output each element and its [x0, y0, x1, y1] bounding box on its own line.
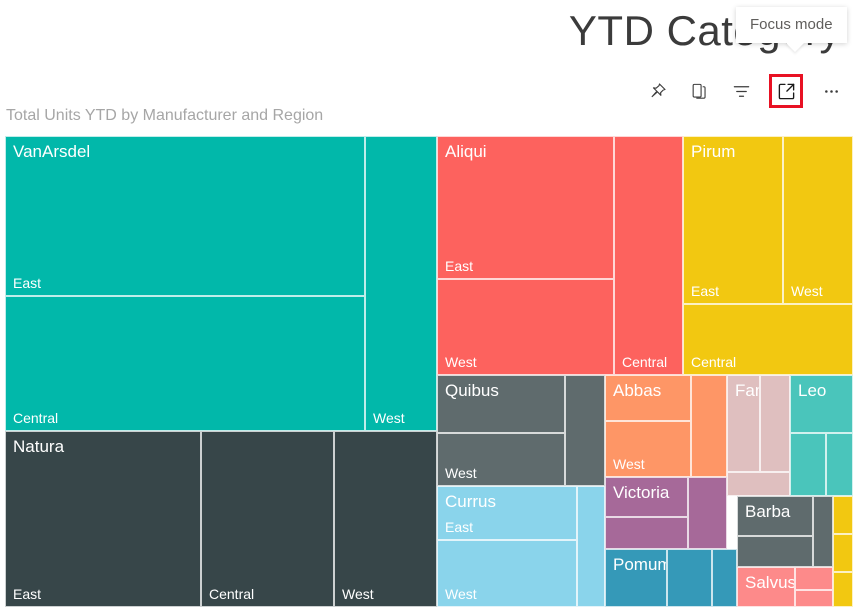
treemap-node-region: East: [691, 282, 720, 299]
treemap-node[interactable]: [833, 534, 853, 572]
treemap-node-region: West: [342, 585, 374, 602]
treemap-node[interactable]: [826, 433, 853, 496]
more-options-icon[interactable]: [817, 77, 845, 105]
treemap-node[interactable]: [565, 375, 605, 486]
treemap-node-manufacturer: Abbas: [613, 381, 662, 400]
treemap-node[interactable]: [667, 549, 712, 607]
chart-subtitle: Total Units YTD by Manufacturer and Regi…: [6, 107, 324, 124]
treemap-node[interactable]: West: [365, 136, 437, 431]
treemap-node[interactable]: West: [437, 279, 614, 375]
treemap-node-manufacturer: Quibus: [445, 381, 499, 400]
treemap-node[interactable]: [737, 536, 813, 567]
treemap-node-region: Central: [622, 353, 668, 370]
treemap-node-manufacturer: Victoria: [613, 483, 670, 502]
treemap-node[interactable]: [760, 375, 790, 472]
tooltip-pointer: [785, 42, 805, 52]
treemap-node-manufacturer: Aliqui: [445, 142, 487, 161]
treemap-node-region: West: [613, 455, 645, 472]
treemap-node[interactable]: Pirum East: [683, 136, 783, 304]
treemap-node-region: Central: [691, 353, 737, 370]
treemap-node[interactable]: Quibus: [437, 375, 565, 433]
treemap-node[interactable]: Barba: [737, 496, 813, 536]
copy-icon[interactable]: [685, 77, 713, 105]
filter-icon[interactable]: [727, 77, 755, 105]
treemap-node[interactable]: Central: [201, 431, 334, 607]
treemap-node-region: West: [791, 282, 823, 299]
treemap-node[interactable]: Victoria: [605, 477, 688, 517]
treemap-node[interactable]: [688, 477, 727, 549]
treemap-node[interactable]: [790, 433, 826, 496]
treemap-node-manufacturer: Pomum: [613, 555, 667, 574]
treemap-node-region: West: [445, 585, 477, 602]
treemap-node-manufacturer: Leo: [798, 381, 827, 400]
treemap-node[interactable]: [795, 590, 833, 607]
treemap-node-manufacturer: Currus: [445, 492, 497, 511]
treemap-node[interactable]: Central: [5, 296, 365, 431]
treemap-node[interactable]: West: [605, 421, 691, 477]
treemap-node[interactable]: [833, 496, 853, 534]
treemap-node-manufacturer: Pirum: [691, 142, 736, 161]
treemap-node-region: East: [13, 585, 42, 602]
pin-icon[interactable]: [643, 77, 671, 105]
tooltip-text: Focus mode: [750, 16, 833, 33]
treemap-node[interactable]: West: [334, 431, 437, 607]
visual-container: YTD Category Focus mode Total Units YTD …: [0, 0, 855, 607]
treemap-node-region: East: [445, 518, 474, 535]
treemap-node-manufacturer: Barba: [745, 502, 791, 521]
treemap-node[interactable]: Currus East: [437, 486, 577, 540]
treemap-node[interactable]: Central: [683, 304, 853, 375]
treemap-node[interactable]: VanArsdel East: [5, 136, 365, 296]
treemap-node[interactable]: West: [437, 540, 577, 607]
treemap-node-manufacturer: Salvus: [745, 573, 795, 592]
treemap-node-region: West: [445, 353, 477, 370]
treemap-node[interactable]: Central: [614, 136, 683, 375]
treemap-node[interactable]: Pomum: [605, 549, 667, 607]
treemap-node[interactable]: West: [437, 433, 565, 486]
treemap-node[interactable]: Fama: [727, 375, 760, 472]
visual-header-icons: [643, 74, 845, 108]
treemap-node[interactable]: [605, 517, 688, 549]
treemap-node-region: Central: [13, 409, 59, 426]
treemap-node-region: Central: [209, 585, 255, 602]
treemap-node[interactable]: [795, 567, 833, 590]
focus-mode-icon[interactable]: [769, 74, 803, 108]
focus-mode-tooltip: Focus mode: [736, 7, 847, 52]
treemap-node[interactable]: [712, 549, 737, 607]
treemap-node[interactable]: Salvus: [737, 567, 795, 607]
treemap-node[interactable]: [727, 472, 790, 496]
treemap-node[interactable]: [691, 375, 727, 477]
treemap-chart: VanArsdel East Central West Aliqui East West Ce…: [5, 136, 853, 607]
treemap-node-manufacturer: VanArsdel: [13, 142, 91, 161]
treemap-node[interactable]: West: [783, 136, 853, 304]
treemap-node-region: East: [13, 274, 42, 291]
treemap-node[interactable]: Natura East: [5, 431, 201, 607]
treemap-node[interactable]: [813, 496, 833, 567]
treemap-node-region: West: [445, 464, 477, 481]
treemap-node[interactable]: [577, 486, 605, 607]
treemap-node-region: East: [445, 257, 474, 274]
treemap-node-manufacturer: Natura: [13, 437, 65, 456]
treemap-node-region: West: [373, 409, 405, 426]
treemap-node[interactable]: [833, 572, 853, 607]
treemap-node[interactable]: Leo: [790, 375, 853, 433]
treemap-node-manufacturer: Fama: [735, 381, 759, 400]
treemap-node[interactable]: Abbas: [605, 375, 691, 421]
treemap-node[interactable]: Aliqui East: [437, 136, 614, 279]
